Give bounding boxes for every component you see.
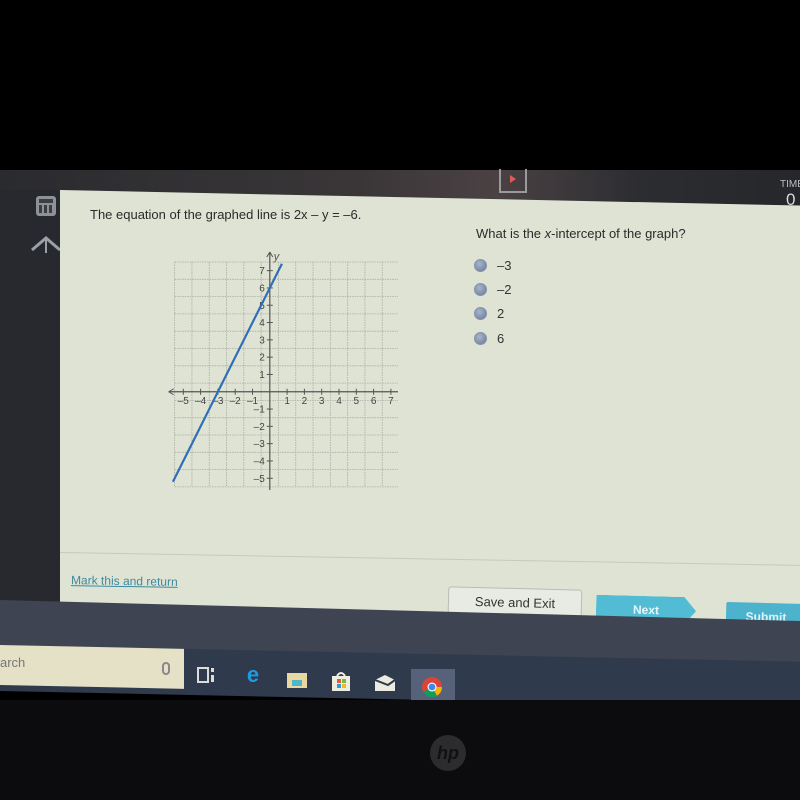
y-tick-label: –4 — [254, 456, 266, 467]
answer-option-1[interactable]: –3 — [474, 258, 511, 273]
svg-text:e: e — [247, 664, 259, 686]
x-tick-label: 1 — [284, 396, 290, 407]
collapse-arrow-icon[interactable] — [30, 232, 62, 254]
radio-button[interactable] — [474, 332, 487, 345]
radio-button[interactable] — [474, 259, 487, 272]
y-tick-label: –3 — [254, 439, 266, 450]
screen: TIME 0 The equation of the graphed line … — [0, 0, 800, 800]
question-prompt: What is the x-intercept of the graph? — [476, 226, 686, 241]
answer-option-4[interactable]: 6 — [474, 331, 504, 346]
answer-label: 2 — [497, 306, 505, 321]
radio-button[interactable] — [474, 307, 487, 320]
search-placeholder: arch — [0, 655, 26, 670]
y-tick-label: 2 — [259, 353, 265, 364]
y-tick-label: –2 — [254, 422, 266, 433]
y-tick-label: 1 — [259, 370, 265, 381]
question-equation: 2x – y = –6. — [293, 207, 362, 222]
file-explorer-icon[interactable] — [286, 669, 308, 691]
y-tick-label: –1 — [254, 405, 266, 416]
edge-icon[interactable]: e — [242, 664, 264, 686]
y-axis-label: y — [273, 251, 281, 263]
store-icon[interactable] — [330, 670, 352, 692]
x-tick-label: 4 — [336, 396, 342, 407]
task-view-icon[interactable] — [196, 664, 218, 686]
x-tick-label: 6 — [371, 396, 377, 407]
y-tick-label: –5 — [254, 474, 266, 485]
hp-logo: hp — [430, 735, 466, 771]
x-tick-label: –2 — [230, 396, 242, 407]
timer-label: TIME — [780, 179, 800, 190]
y-tick-label: 4 — [259, 318, 265, 329]
prompt-before: What is the — [476, 226, 545, 241]
radio-button[interactable] — [474, 283, 487, 296]
chrome-icon[interactable] — [421, 676, 443, 698]
play-icon — [510, 175, 516, 183]
coordinate-graph: –5–4–3–2–11234567–5–4–3–2–11234567xy — [168, 251, 398, 490]
answer-label: –2 — [497, 282, 512, 297]
media-button[interactable] — [499, 169, 527, 193]
x-tick-label: –4 — [195, 396, 207, 407]
x-tick-label: 5 — [354, 396, 360, 407]
calculator-icon[interactable] — [36, 196, 56, 216]
question-statement: The equation of the graphed line is 2x –… — [90, 207, 361, 222]
laptop-bezel — [0, 700, 800, 800]
taskbar-search-box[interactable] — [0, 645, 184, 689]
x-tick-label: 2 — [302, 396, 308, 407]
question-prefix: The equation of the graphed line is — [90, 207, 294, 222]
answer-option-2[interactable]: –2 — [474, 282, 511, 297]
y-tick-label: 7 — [259, 266, 265, 277]
x-tick-label: 3 — [319, 396, 325, 407]
answer-label: –3 — [497, 258, 512, 273]
answer-label: 6 — [497, 331, 505, 346]
prompt-after: -intercept of the graph? — [551, 226, 686, 241]
x-tick-label: –5 — [178, 396, 190, 407]
y-tick-label: 6 — [259, 283, 265, 294]
mark-and-return-link[interactable]: Mark this and return — [71, 573, 178, 589]
x-tick-label: 7 — [388, 396, 394, 407]
y-tick-label: 3 — [259, 335, 265, 346]
answer-option-3[interactable]: 2 — [474, 306, 504, 321]
mail-icon[interactable] — [374, 672, 396, 694]
microphone-icon[interactable] — [162, 662, 170, 675]
